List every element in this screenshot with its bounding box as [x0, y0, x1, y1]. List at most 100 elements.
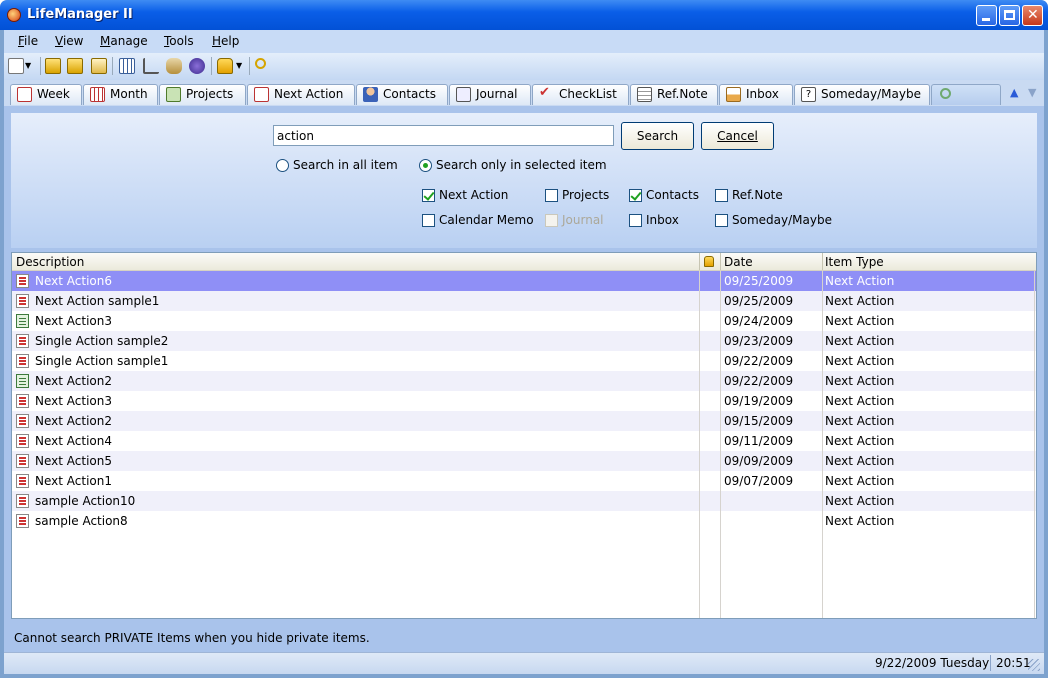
row-item-type: Next Action [825, 414, 895, 428]
maximize-button[interactable] [999, 5, 1020, 26]
tab-checklist[interactable]: ✔ CheckList [532, 84, 629, 105]
search-panel: Search Cancel Search in all item Search … [11, 113, 1037, 248]
toolbar-separator [211, 57, 212, 75]
filter-contacts-label: Contacts [646, 188, 699, 202]
results-grid[interactable]: Description Date Item Type Next Action6 0… [11, 252, 1037, 619]
header-date[interactable]: Date [724, 255, 753, 269]
status-time: 20:51 [996, 656, 1031, 670]
header-divider[interactable] [822, 253, 823, 270]
tab-week[interactable]: Week [10, 84, 82, 105]
dropdown-arrow-icon[interactable]: ▼ [236, 61, 244, 77]
header-divider[interactable] [720, 253, 721, 270]
row-date: 09/22/2009 [724, 374, 794, 388]
menu-manage[interactable]: Manage [100, 34, 148, 48]
menu-help[interactable]: Help [212, 34, 239, 48]
export-icon[interactable] [67, 58, 83, 74]
row-item-type: Next Action [825, 314, 895, 328]
title-bar[interactable]: LifeManager II ✕ [0, 0, 1048, 30]
row-description: sample Action10 [35, 494, 136, 508]
row-item-type: Next Action [825, 334, 895, 348]
filter-someday-maybe-checkbox[interactable] [715, 214, 728, 227]
filter-calendar-memo-checkbox[interactable] [422, 214, 435, 227]
table-row[interactable]: Next Action5 09/09/2009 Next Action [12, 451, 1036, 471]
tab-ref-note[interactable]: Ref.Note [630, 84, 718, 105]
menu-tools[interactable]: Tools [164, 34, 194, 48]
close-button[interactable]: ✕ [1022, 5, 1043, 26]
table-row[interactable]: Next Action6 09/25/2009 Next Action [12, 271, 1036, 291]
table-row[interactable]: Next Action2 09/22/2009 Next Action [12, 371, 1036, 391]
memo-icon [16, 374, 29, 388]
tab-projects[interactable]: Projects [159, 84, 246, 105]
dropdown-arrow-icon[interactable]: ▼ [25, 61, 33, 77]
filter-ref-note-checkbox[interactable] [715, 189, 728, 202]
scope-selected-radio[interactable] [419, 159, 432, 172]
calendar-grid-icon[interactable] [119, 58, 135, 74]
table-row[interactable]: Single Action sample2 09/23/2009 Next Acti… [12, 331, 1036, 351]
row-description: Next Action5 [35, 454, 112, 468]
table-row[interactable]: Next Action1 09/07/2009 Next Action [12, 471, 1036, 491]
resize-grip-icon[interactable] [1028, 659, 1040, 671]
scope-all-radio[interactable] [276, 159, 289, 172]
search-hint-message: Cannot search PRIVATE Items when you hid… [14, 631, 370, 645]
import-icon[interactable] [45, 58, 61, 74]
note-icon [16, 274, 29, 288]
backup-icon[interactable] [91, 58, 107, 74]
table-row[interactable]: Next Action4 09/11/2009 Next Action [12, 431, 1036, 451]
tab-month[interactable]: Month [83, 84, 158, 105]
row-date: 09/23/2009 [724, 334, 794, 348]
tab-inbox[interactable]: Inbox [719, 84, 793, 105]
tab-someday-maybe[interactable]: ? Someday/Maybe [794, 84, 930, 105]
header-item-type[interactable]: Item Type [825, 255, 884, 269]
row-description: Next Action2 [35, 414, 112, 428]
cancel-button[interactable]: Cancel [701, 122, 774, 150]
tab-next-action[interactable]: Next Action [247, 84, 355, 105]
row-date: 09/15/2009 [724, 414, 794, 428]
menu-file[interactable]: File [18, 34, 38, 48]
database-icon[interactable] [166, 58, 182, 74]
ref-note-icon [637, 87, 652, 102]
search-input[interactable] [273, 125, 614, 146]
tree-icon[interactable] [143, 58, 159, 74]
column-line [699, 271, 700, 618]
lock-icon[interactable] [217, 58, 233, 74]
table-row[interactable]: Next Action3 09/19/2009 Next Action [12, 391, 1036, 411]
table-row[interactable]: Next Action2 09/15/2009 Next Action [12, 411, 1036, 431]
row-date: 09/07/2009 [724, 474, 794, 488]
tab-scroll-left-icon[interactable]: ▲ [1010, 86, 1018, 99]
menu-bar: File View Manage Tools Help [4, 30, 1044, 53]
search-icon[interactable] [255, 58, 266, 69]
tab-search[interactable] [931, 84, 1001, 105]
table-row[interactable]: sample Action10 Next Action [12, 491, 1036, 511]
note-icon [16, 414, 29, 428]
row-item-type: Next Action [825, 494, 895, 508]
search-button[interactable]: Search [621, 122, 694, 150]
row-date: 09/25/2009 [724, 274, 794, 288]
journal-icon [456, 87, 471, 102]
header-description[interactable]: Description [16, 255, 84, 269]
menu-view[interactable]: View [55, 34, 83, 48]
note-icon [16, 334, 29, 348]
app-logo-icon[interactable] [7, 8, 21, 22]
private-lock-icon[interactable] [704, 256, 714, 267]
tab-journal[interactable]: Journal [449, 84, 531, 105]
table-row[interactable]: Next Action sample1 09/25/2009 Next Action [12, 291, 1036, 311]
status-divider [990, 655, 991, 671]
table-row[interactable]: Next Action3 09/24/2009 Next Action [12, 311, 1036, 331]
table-row[interactable]: sample Action8 Next Action [12, 511, 1036, 531]
filter-journal-checkbox [545, 214, 558, 227]
filter-contacts-checkbox[interactable] [629, 189, 642, 202]
tab-contacts[interactable]: Contacts [356, 84, 448, 105]
filter-inbox-checkbox[interactable] [629, 214, 642, 227]
minimize-button[interactable] [976, 5, 997, 26]
table-row[interactable]: Single Action sample1 09/22/2009 Next Acti… [12, 351, 1036, 371]
filter-next-action-checkbox[interactable] [422, 189, 435, 202]
row-description: Next Action2 [35, 374, 112, 388]
tab-scroll-right-icon[interactable]: ▼ [1028, 86, 1036, 99]
header-divider[interactable] [699, 253, 700, 270]
filter-projects-checkbox[interactable] [545, 189, 558, 202]
new-icon[interactable] [8, 58, 24, 74]
row-description: sample Action8 [35, 514, 128, 528]
results-header: Description Date Item Type [12, 253, 1036, 271]
settings-icon[interactable] [189, 58, 205, 74]
column-line [720, 271, 721, 618]
